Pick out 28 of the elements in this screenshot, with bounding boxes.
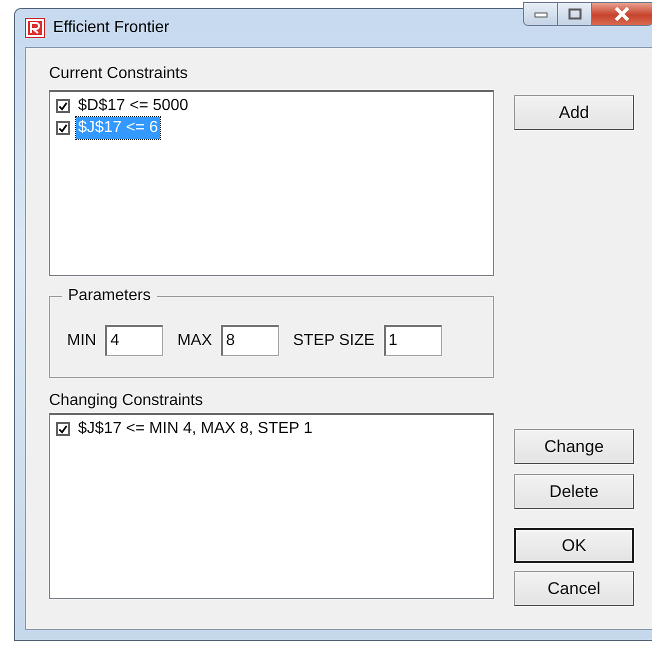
- constraint-list[interactable]: $D$17 <= 5000 $J$17 <= 6: [49, 90, 494, 276]
- minimize-icon: [534, 10, 548, 18]
- number-field[interactable]: 8: [221, 325, 279, 356]
- app-icon: [25, 18, 45, 38]
- section-label: Current Constraints: [49, 64, 189, 84]
- close-button[interactable]: [592, 2, 652, 26]
- field-label: MAX: [177, 332, 212, 350]
- checkbox[interactable]: [56, 121, 70, 135]
- dialog-button[interactable]: Cancel: [514, 571, 634, 606]
- dialog-button[interactable]: Delete: [514, 474, 634, 509]
- dialog-button[interactable]: Change: [514, 429, 634, 464]
- constraint-item[interactable]: $J$17 <= MIN 4, MAX 8, STEP 1: [76, 418, 314, 440]
- number-field[interactable]: 1: [384, 325, 442, 356]
- section-label: Changing Constraints: [49, 391, 204, 411]
- checkbox[interactable]: [56, 422, 70, 436]
- number-field[interactable]: 4: [105, 325, 164, 356]
- dialog-button[interactable]: OK: [514, 528, 634, 563]
- constraint-item[interactable]: $D$17 <= 5000: [76, 95, 190, 117]
- maximize-button[interactable]: [558, 2, 592, 26]
- add-button[interactable]: Add: [514, 95, 634, 130]
- constraint-list[interactable]: $J$17 <= MIN 4, MAX 8, STEP 1: [49, 413, 494, 599]
- field-label: MIN: [67, 332, 96, 350]
- maximize-icon: [568, 8, 582, 20]
- checkbox[interactable]: [56, 99, 70, 113]
- field-label: STEP SIZE: [293, 332, 375, 350]
- window-title: Efficient Frontier: [53, 19, 170, 37]
- close-icon: [614, 7, 630, 21]
- minimize-button[interactable]: [523, 2, 558, 26]
